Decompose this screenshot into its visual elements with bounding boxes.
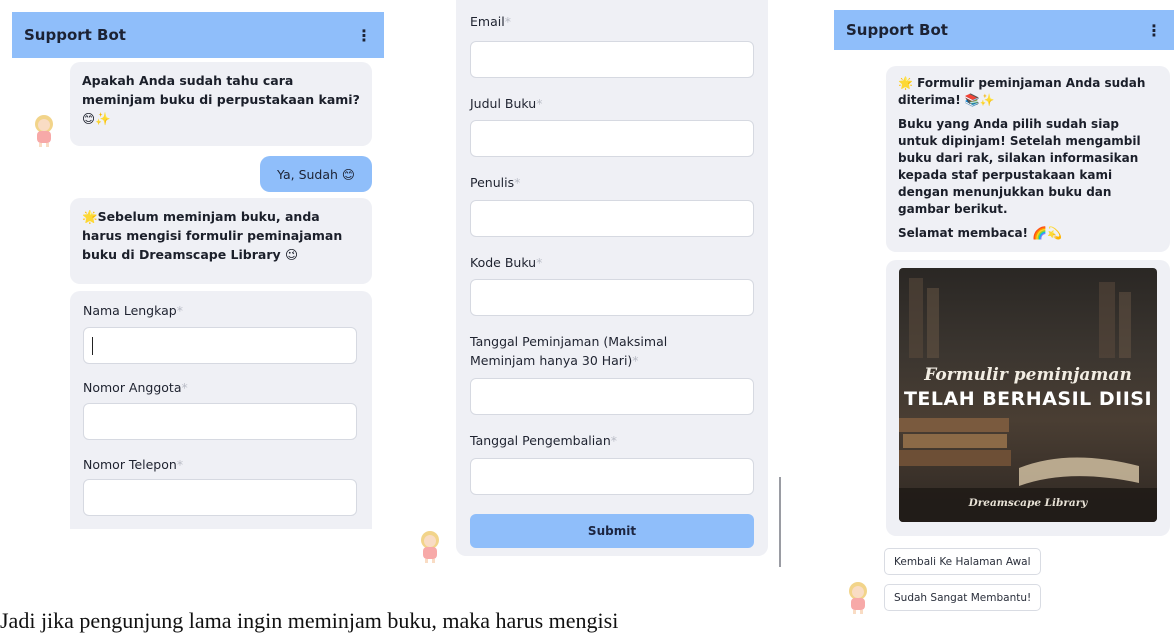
email-input[interactable]: [470, 41, 754, 78]
kebab-menu-icon[interactable]: ⋮: [1146, 21, 1162, 40]
text-cursor: [92, 337, 93, 355]
bot-message-bubble: Apakah Anda sudah tahu cara meminjam buk…: [70, 62, 372, 146]
confirmation-title: 🌟 Formulir peminjaman Anda sudah diterim…: [898, 76, 1146, 107]
phone-number-input[interactable]: [83, 479, 357, 516]
form-field-label: Email*: [470, 14, 511, 29]
user-message-bubble: Ya, Sudah 😊: [260, 156, 372, 192]
form-field-label: Penulis*: [470, 175, 521, 190]
loan-form-part-2: Email* Judul Buku* Penulis* Kode Buku* T…: [456, 0, 768, 556]
confirmation-message-bubble: 🌟 Formulir peminjaman Anda sudah diterim…: [886, 66, 1170, 252]
loan-form-part-1: Nama Lengkap* Nomor Anggota* Nomor Telep…: [70, 291, 372, 529]
form-submitted-image: Formulir peminjaman TELAH BERHASIL DIISI…: [899, 268, 1157, 522]
girl-avatar-icon: [35, 115, 53, 147]
member-number-input[interactable]: [83, 403, 357, 440]
chat-title: Support Bot: [846, 21, 948, 39]
quick-reply-very-helpful[interactable]: Sudah Sangat Membantu!: [884, 584, 1042, 611]
scrollbar[interactable]: [779, 477, 781, 567]
bot-message-bubble: 🌟Sebelum meminjam buku, anda harus mengi…: [70, 198, 372, 284]
girl-avatar-icon: [421, 531, 439, 563]
form-field-label: Tanggal Peminjaman (Maksimal Meminjam ha…: [470, 334, 668, 368]
book-code-input[interactable]: [470, 279, 754, 316]
bot-message-text: 🌟Sebelum meminjam buku, anda harus mengi…: [82, 209, 343, 262]
confirmation-body: Buku yang Anda pilih sudah siap untuk di…: [898, 117, 1141, 216]
form-field-label: Nomor Telepon*: [83, 457, 184, 472]
image-message-bubble: Formulir peminjaman TELAH BERHASIL DIISI…: [886, 260, 1170, 536]
confirmation-closing: Selamat membaca! 🌈💫: [898, 226, 1063, 240]
bot-message-text: Apakah Anda sudah tahu cara meminjam buk…: [82, 73, 360, 126]
form-field-label: Tanggal Pengembalian*: [470, 433, 618, 448]
form-field-label: Judul Buku*: [470, 96, 543, 111]
right-chat-header: Support Bot ⋮: [834, 10, 1174, 50]
loan-date-input[interactable]: [470, 378, 754, 415]
document-caption: Jadi jika pengunjung lama ingin meminjam…: [0, 608, 619, 633]
book-title-input[interactable]: [470, 120, 754, 157]
user-message-text: Ya, Sudah 😊: [277, 166, 355, 182]
kebab-menu-icon[interactable]: ⋮: [356, 26, 372, 45]
image-script-text: Formulir peminjaman: [924, 365, 1132, 385]
image-footer-text: Dreamscape Library: [968, 497, 1088, 509]
image-bold-text: TELAH BERHASIL DIISI: [903, 388, 1153, 410]
girl-avatar-icon: [849, 582, 867, 614]
chat-title: Support Bot: [24, 26, 126, 44]
form-field-label: Kode Buku*: [470, 255, 543, 270]
full-name-input[interactable]: [83, 327, 357, 364]
author-input[interactable]: [470, 200, 754, 237]
return-date-input[interactable]: [470, 458, 754, 495]
quick-reply-back-home[interactable]: Kembali Ke Halaman Awal: [884, 548, 1041, 575]
left-chat-header: Support Bot ⋮: [12, 12, 384, 58]
form-field-label: Nomor Anggota*: [83, 380, 188, 395]
form-field-label: Nama Lengkap*: [83, 303, 183, 318]
submit-button[interactable]: Submit: [470, 514, 754, 548]
